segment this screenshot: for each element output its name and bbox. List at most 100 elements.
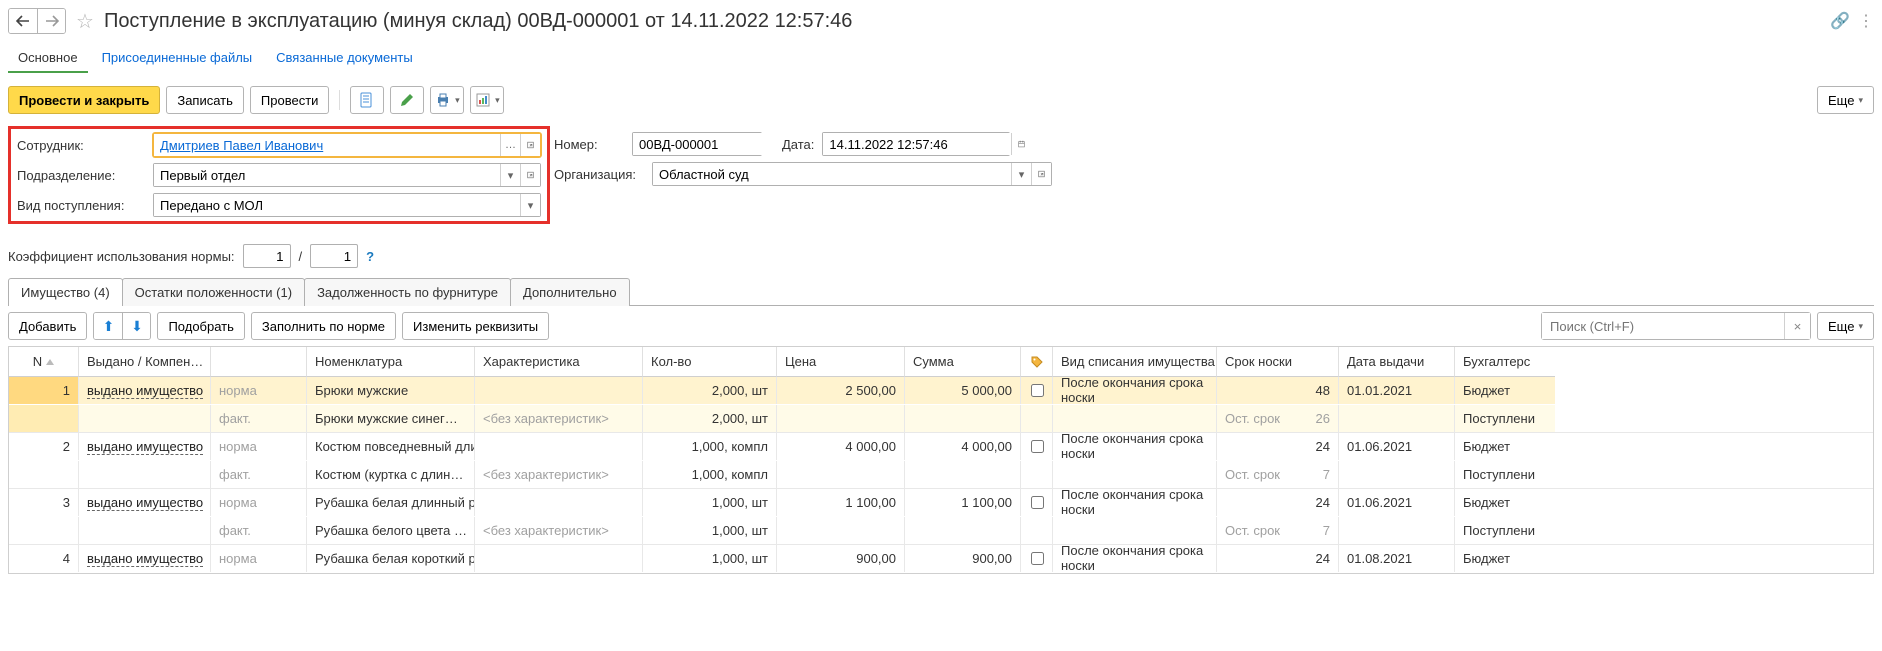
edit-props-button[interactable]: Изменить реквизиты <box>402 312 549 340</box>
organization-input[interactable] <box>653 163 1011 185</box>
table-row[interactable]: 4выдано имуществонормаРубашка белая коро… <box>9 545 1873 573</box>
cell-source[interactable]: Поступлени <box>1455 405 1555 432</box>
cell-nomenclature[interactable]: Брюки мужские синег… <box>307 405 475 432</box>
coefficient-denominator-input[interactable] <box>310 244 358 268</box>
cell-price[interactable]: 1 100,00 <box>777 489 905 516</box>
table-row[interactable]: факт.Брюки мужские синег…<без характерис… <box>9 405 1873 433</box>
cell-date[interactable]: 01.01.2021 <box>1339 377 1455 404</box>
cell-price[interactable]: 900,00 <box>777 545 905 572</box>
cell-term[interactable]: 24 <box>1217 433 1339 460</box>
cell-checkbox[interactable] <box>1021 377 1053 404</box>
cell-source[interactable]: Бюджет <box>1455 545 1555 572</box>
cell-issued[interactable]: выдано имущество <box>79 489 211 516</box>
cell-issued[interactable]: выдано имущество <box>79 545 211 572</box>
cell-source[interactable]: Поступлени <box>1455 461 1555 488</box>
grid-search-clear-button[interactable]: × <box>1784 313 1810 339</box>
receipt-type-dropdown-button[interactable]: ▾ <box>520 194 540 216</box>
tab-additional[interactable]: Дополнительно <box>510 278 630 306</box>
cell-characteristic[interactable]: <без характеристик> <box>475 517 643 544</box>
cell-source[interactable]: Бюджет <box>1455 489 1555 516</box>
cell-nomenclature[interactable]: Брюки мужские <box>307 377 475 404</box>
cell-writeoff[interactable]: После окончания срока носки <box>1053 377 1217 404</box>
cell-quantity[interactable]: 2,000, шт <box>643 405 777 432</box>
link-icon[interactable]: 🔗 <box>1830 11 1850 31</box>
tab-debt[interactable]: Задолженность по фурнитуре <box>304 278 511 306</box>
col-quantity[interactable]: Кол-во <box>643 347 777 377</box>
cell-source[interactable]: Бюджет <box>1455 433 1555 460</box>
department-open-button[interactable] <box>520 164 540 186</box>
employee-open-button[interactable] <box>520 134 540 156</box>
cell-date[interactable]: 01.06.2021 <box>1339 489 1455 516</box>
post-button[interactable]: Провести <box>250 86 330 114</box>
col-issued[interactable]: Выдано / Компен… <box>79 347 211 377</box>
table-row[interactable]: факт.Костюм (куртка с длин…<без характер… <box>9 461 1873 489</box>
table-row[interactable]: 3выдано имуществонормаРубашка белая длин… <box>9 489 1873 517</box>
cell-sum[interactable]: 5 000,00 <box>905 377 1021 404</box>
reports-button[interactable] <box>470 86 504 114</box>
back-button[interactable] <box>9 9 37 33</box>
tab-attached-files[interactable]: Присоединенные файлы <box>92 44 263 73</box>
cell-quantity[interactable]: 2,000, шт <box>643 377 777 404</box>
grid-more-button[interactable]: Еще <box>1817 312 1874 340</box>
col-n[interactable]: N <box>9 347 79 377</box>
cell-characteristic[interactable]: <без характеристик> <box>475 461 643 488</box>
cell-checkbox[interactable] <box>1021 489 1053 516</box>
col-nomenclature[interactable]: Номенклатура <box>307 347 475 377</box>
grid-search-input[interactable] <box>1542 313 1784 339</box>
col-date[interactable]: Дата выдачи <box>1339 347 1455 377</box>
document-movements-button[interactable] <box>350 86 384 114</box>
cell-quantity[interactable]: 1,000, компл <box>643 461 777 488</box>
cell-characteristic[interactable] <box>475 489 643 516</box>
cell-quantity[interactable]: 1,000, компл <box>643 433 777 460</box>
cell-issued[interactable]: выдано имущество <box>79 377 211 404</box>
cell-rest-term[interactable]: Ост. срок7 <box>1217 461 1339 488</box>
organization-dropdown-button[interactable]: ▾ <box>1011 163 1031 185</box>
col-type[interactable] <box>211 347 307 377</box>
table-row[interactable]: 1выдано имуществонормаБрюки мужские2,000… <box>9 377 1873 405</box>
print-button[interactable] <box>430 86 464 114</box>
move-up-button[interactable]: ⬆ <box>94 313 122 339</box>
cell-rest-term[interactable]: Ост. срок26 <box>1217 405 1339 432</box>
cell-writeoff[interactable]: После окончания срока носки <box>1053 545 1217 572</box>
cell-nomenclature[interactable]: Костюм повседневный длинный рукав <box>307 433 475 460</box>
table-row[interactable]: факт.Рубашка белого цвета …<без характер… <box>9 517 1873 545</box>
cell-source[interactable]: Бюджет <box>1455 377 1555 404</box>
col-sum[interactable]: Сумма <box>905 347 1021 377</box>
coefficient-numerator-input[interactable] <box>243 244 291 268</box>
cell-characteristic[interactable] <box>475 433 643 460</box>
more-actions-button[interactable]: Еще <box>1817 86 1874 114</box>
pick-button[interactable]: Подобрать <box>157 312 244 340</box>
organization-open-button[interactable] <box>1031 163 1051 185</box>
cell-date[interactable]: 01.08.2021 <box>1339 545 1455 572</box>
tab-property[interactable]: Имущество (4) <box>8 278 123 306</box>
tab-main[interactable]: Основное <box>8 44 88 73</box>
col-characteristic[interactable]: Характеристика <box>475 347 643 377</box>
employee-select-button[interactable]: … <box>500 134 520 156</box>
tab-related-docs[interactable]: Связанные документы <box>266 44 423 73</box>
edit-form-button[interactable] <box>390 86 424 114</box>
cell-issued[interactable]: выдано имущество <box>79 433 211 460</box>
post-and-close-button[interactable]: Провести и закрыть <box>8 86 160 114</box>
cell-characteristic[interactable] <box>475 545 643 572</box>
cell-nomenclature[interactable]: Рубашка белая длинный рукав <box>307 489 475 516</box>
date-picker-button[interactable] <box>1011 133 1031 155</box>
forward-button[interactable] <box>37 9 65 33</box>
cell-term[interactable]: 24 <box>1217 545 1339 572</box>
cell-checkbox[interactable] <box>1021 433 1053 460</box>
department-input[interactable] <box>154 164 500 186</box>
cell-checkbox[interactable] <box>1021 545 1053 572</box>
cell-nomenclature[interactable]: Костюм (куртка с длин… <box>307 461 475 488</box>
tab-remains[interactable]: Остатки положенности (1) <box>122 278 305 306</box>
cell-quantity[interactable]: 1,000, шт <box>643 489 777 516</box>
col-source[interactable]: Бухгалтерс <box>1455 347 1555 377</box>
cell-term[interactable]: 48 <box>1217 377 1339 404</box>
cell-quantity[interactable]: 1,000, шт <box>643 545 777 572</box>
add-row-button[interactable]: Добавить <box>8 312 87 340</box>
cell-sum[interactable]: 4 000,00 <box>905 433 1021 460</box>
cell-nomenclature[interactable]: Рубашка белая короткий рукав <box>307 545 475 572</box>
cell-nomenclature[interactable]: Рубашка белого цвета … <box>307 517 475 544</box>
employee-input[interactable] <box>154 134 500 156</box>
cell-writeoff[interactable]: После окончания срока носки <box>1053 433 1217 460</box>
department-dropdown-button[interactable]: ▾ <box>500 164 520 186</box>
favorite-star-icon[interactable]: ☆ <box>72 9 98 34</box>
